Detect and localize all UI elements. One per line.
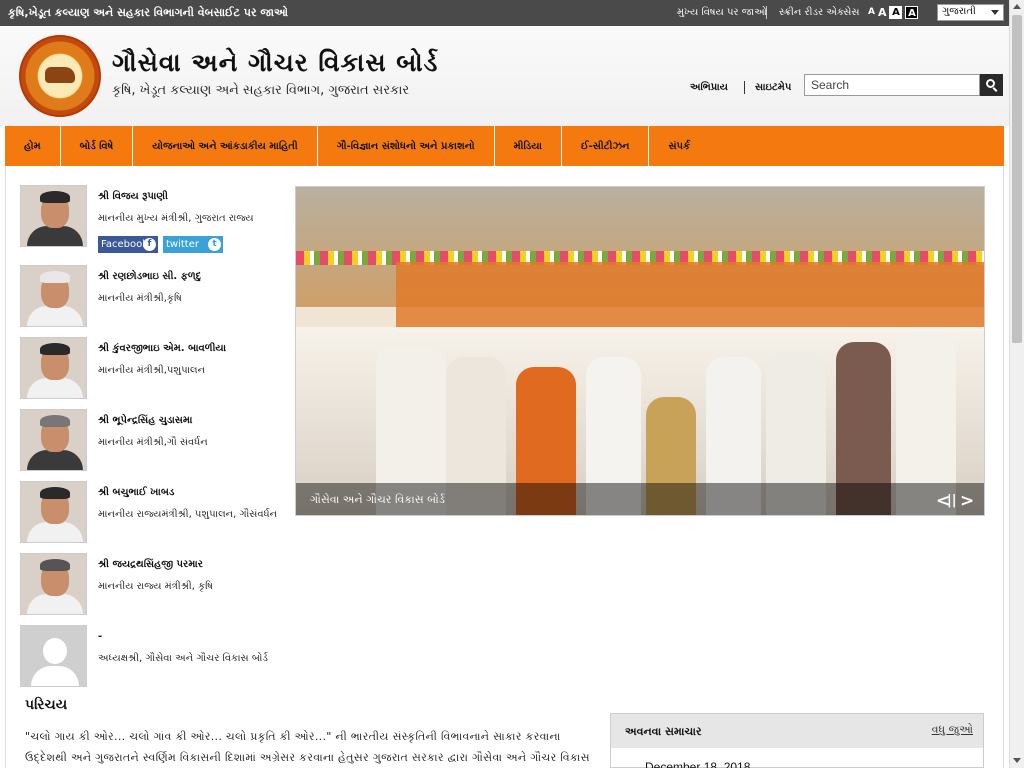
scroll-down-icon[interactable] xyxy=(1013,758,1021,763)
view-more-link[interactable]: વધુ જુઓ xyxy=(932,723,973,737)
pause-slide-icon[interactable]: || xyxy=(947,493,957,508)
intro-paragraph: "ચલો ગાય કી ઓર... ચલો ગાંવ કી ઓર... ચલો … xyxy=(25,730,590,764)
main-nav: હોમ બોર્ડ વિષે યોજનાઓ અને આંકડાકીય માહિત… xyxy=(5,126,1004,166)
minister-name: શ્રી વિજય રૂપાણી xyxy=(98,191,168,202)
twitter-label: twitter xyxy=(166,239,199,250)
site-header: ગૌસેવા અને ગૌચર વિકાસ બોર્ડ કૃષિ, ખેડૂત … xyxy=(0,26,1009,126)
slide-caption: ગૌસેવા અને ગૌચર વિકાસ બોર્ડ xyxy=(310,493,445,506)
high-contrast-button[interactable]: A xyxy=(905,6,919,19)
language-select[interactable]: ગુજરાતી xyxy=(937,4,1004,21)
minister-photo xyxy=(20,185,87,247)
font-size-controls: A A A A xyxy=(868,6,919,19)
stage-banner xyxy=(396,262,984,332)
minister-name: શ્રી જયદ્રથસિંહજી પરમાર xyxy=(98,559,203,570)
language-selected: ગુજરાતી xyxy=(942,6,976,17)
search-icon-handle xyxy=(992,87,998,92)
search-input[interactable]: Search xyxy=(804,74,980,96)
board-logo[interactable] xyxy=(19,35,101,117)
minister-photo xyxy=(20,337,87,399)
minister-role: માનનીય મંત્રીશ્રી,કૃષિ xyxy=(98,293,182,304)
font-increase-button[interactable]: A xyxy=(889,6,903,19)
minister-role: માનનીય મંત્રીશ્રી,ગૌ સંવર્ધન xyxy=(98,437,208,448)
minister-role: માનનીય મંત્રીશ્રી,પશુપાલન xyxy=(98,365,206,376)
scroll-up-icon[interactable] xyxy=(1013,4,1021,9)
twitter-button[interactable]: twitter t xyxy=(163,236,223,253)
news-title: અવનવા સમાચાર xyxy=(625,725,702,738)
twitter-icon: t xyxy=(208,238,221,251)
divider xyxy=(744,81,745,94)
minister-name: શ્રી ભૂપેન્દ્રસિંહ ચુડાસમા xyxy=(98,415,193,426)
minister-role: માનનીય રાજ્યમંત્રીશ્રી, પશુપાલન, ગૌસંવર્… xyxy=(98,509,278,520)
minister-role: માનનીય રાજ્ય મંત્રીશ્રી, કૃષિ xyxy=(98,581,214,592)
minister-photo xyxy=(20,553,87,615)
top-utility-bar: કૃષિ,ખેડૂત કલ્યાણ અને સહકાર વિભાગની વેબસ… xyxy=(0,0,1009,26)
minister-name: શ્રી કુંવરજીભાઇ એમ. બાવળીયા xyxy=(98,343,227,354)
search-button[interactable] xyxy=(980,74,1003,96)
news-date: December 18, 2018 xyxy=(645,760,751,768)
page-scrollbar[interactable] xyxy=(1009,0,1024,768)
facebook-button[interactable]: Facebook f xyxy=(98,236,158,253)
nav-e-citizen[interactable]: ઈ-સીટીઝન xyxy=(562,126,650,166)
screen-reader-link[interactable]: સ્ક્રીન રીડર એક્સેસ xyxy=(779,7,859,18)
minister-name: શ્રી બચુભાઈ ખાબડ xyxy=(98,487,175,498)
site-subtitle: કૃષિ, ખેડૂત કલ્યાણ અને સહકાર વિભાગ, ગુજર… xyxy=(112,83,410,98)
next-slide-icon[interactable]: > xyxy=(960,491,974,511)
minister-photo xyxy=(20,265,87,327)
nav-contact[interactable]: સંપર્ક xyxy=(649,126,709,166)
minister-name: - xyxy=(98,631,103,642)
font-decrease-button[interactable]: A xyxy=(868,6,875,19)
site-title: ગૌસેવા અને ગૌચર વિકાસ બોર્ડ xyxy=(112,48,439,77)
nav-home[interactable]: હોમ xyxy=(5,126,61,166)
facebook-icon: f xyxy=(143,238,156,251)
skip-to-main-link[interactable]: મુખ્ય વિષય પર જાઓ xyxy=(677,7,767,18)
nav-about-board[interactable]: બોર્ડ વિષે xyxy=(61,126,134,166)
avatar-placeholder-icon xyxy=(20,625,87,687)
font-normal-button[interactable]: A xyxy=(878,6,887,19)
slide-caption-bar: ગૌસેવા અને ગૌચર વિકાસ બોર્ડ < || > xyxy=(296,483,984,515)
minister-photo xyxy=(20,481,87,543)
nav-research-publications[interactable]: ગૌ-વિજ્ઞાન સંશોધનો અને પ્રકાશનો xyxy=(318,126,495,166)
divider xyxy=(766,6,767,19)
chevron-down-icon xyxy=(991,10,999,15)
news-panel: અવનવા સમાચાર વધુ જુઓ December 18, 2018 xyxy=(610,713,984,768)
minister-role: માનનીય મુખ્ય મંત્રીશ્રી, ગુજરાત રાજ્ય xyxy=(98,213,254,224)
image-slider[interactable]: ગૌસેવા અને ગૌચર વિકાસ બોર્ડ < || > xyxy=(295,186,985,516)
minister-role: અધ્યક્ષશ્રી, ગૌસેવા અને ગૌચર વિકાસ બોર્ડ xyxy=(98,653,268,664)
cow-icon xyxy=(45,67,75,83)
ministry-website-link[interactable]: કૃષિ,ખેડૂત કલ્યાણ અને સહકાર વિભાગની વેબસ… xyxy=(8,6,288,20)
scroll-thumb[interactable] xyxy=(1012,15,1022,343)
news-header: અવનવા સમાચાર વધુ જુઓ xyxy=(611,714,983,748)
sitemap-link[interactable]: સાઇટમેપ xyxy=(755,82,791,93)
facebook-label: Facebook xyxy=(101,239,148,250)
minister-name: શ્રી રણછોડભાઇ સી. ફળદુ xyxy=(98,271,202,282)
feedback-link[interactable]: અભિપ્રાય xyxy=(690,82,728,93)
minister-photo xyxy=(20,409,87,471)
nav-schemes-statistics[interactable]: યોજનાઓ અને આંકડાકીય માહિતી xyxy=(133,126,318,166)
intro-heading: પરિચય xyxy=(25,697,68,713)
nav-media[interactable]: મીડિયા xyxy=(495,126,562,166)
